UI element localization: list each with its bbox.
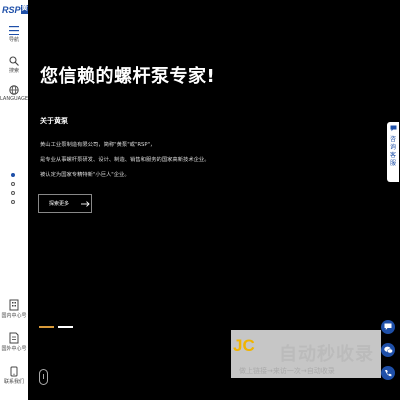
phone-icon (385, 370, 392, 377)
watermark-logo: JC (233, 336, 255, 355)
phone-icon (10, 366, 18, 377)
about-text-line-2: 是专业从事螺杆泵研发、设计、制造、销售和服务的国家高新技术企业。 (40, 157, 210, 163)
about-text-line-1: 黄山工业泵制造有限公司，简称"黄泵"或"RSP"， (40, 142, 156, 148)
language-label: LANGUAGE (0, 96, 28, 102)
scroll-down-indicator[interactable] (39, 369, 48, 385)
slide-progress-next[interactable] (58, 326, 73, 328)
phone-button[interactable] (381, 366, 395, 380)
wechat-icon (383, 346, 393, 354)
search-button[interactable]: 搜索 (0, 56, 28, 74)
explore-more-label: 探索更多 (49, 201, 70, 207)
language-button[interactable]: LANGUAGE (0, 85, 28, 102)
logo-text: RSP (2, 5, 21, 15)
menu-icon (9, 26, 19, 35)
sidebar: RSP黄泵 导航 搜索 LANGUAGE (0, 0, 28, 400)
domestic-center-label: 国内中心号 (1, 313, 27, 319)
watermark-overlay: JC 自动秒收录 做上链接→来访一次→自动收录 (231, 330, 381, 378)
slide-dot-4[interactable] (11, 200, 15, 204)
domestic-center-button[interactable]: 国内中心号 (0, 299, 28, 319)
about-heading: 关于黄泵 (40, 117, 68, 125)
customer-service-label: 咨询客服 (389, 136, 396, 167)
slide-dot-3[interactable] (11, 191, 15, 195)
watermark-slogan: 做上链接→来访一次→自动收录 (239, 367, 335, 375)
slide-dot-1[interactable] (11, 173, 15, 177)
arrow-right-icon (81, 200, 90, 207)
contact-us-button[interactable]: 联系我们 (0, 366, 28, 385)
chat-button[interactable] (381, 320, 395, 334)
slide-dot-2[interactable] (11, 182, 15, 186)
overseas-center-button[interactable]: 国外中心号 (0, 332, 28, 352)
globe-icon (9, 85, 19, 95)
wechat-button[interactable] (381, 343, 395, 357)
brand-logo[interactable]: RSP黄泵 (2, 5, 28, 15)
document-icon (9, 332, 19, 344)
slide-progress-active[interactable] (39, 326, 54, 328)
about-text-line-3: 被认定为国家专精特新"小巨人"企业。 (40, 172, 130, 178)
chat-icon (390, 125, 396, 132)
customer-service-tab[interactable]: 咨询客服 (387, 122, 399, 182)
nav-menu-button[interactable]: 导航 (0, 26, 28, 43)
logo-badge: 黄泵 (20, 5, 28, 14)
contact-us-label: 联系我们 (3, 379, 24, 385)
search-label: 搜索 (8, 68, 19, 74)
mouse-wheel (43, 374, 44, 379)
search-icon (9, 56, 19, 66)
chat-icon (384, 323, 392, 330)
slide-pagination (11, 173, 17, 209)
overseas-center-label: 国外中心号 (1, 346, 27, 352)
hero-title: 您信赖的螺杆泵专家! (40, 66, 216, 87)
explore-more-button[interactable]: 探索更多 (38, 194, 92, 213)
nav-menu-label: 导航 (8, 37, 19, 43)
watermark-title: 自动秒收录 (279, 344, 374, 365)
building-icon (9, 299, 19, 311)
